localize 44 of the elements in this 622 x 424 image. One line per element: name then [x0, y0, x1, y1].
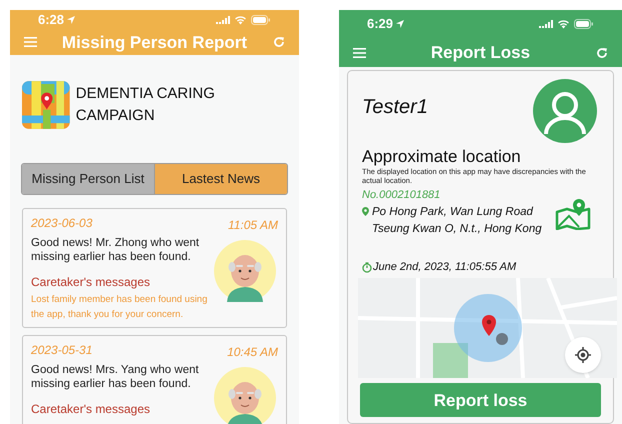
crosshair-icon [575, 347, 591, 364]
news-time: 11:05 AM [228, 217, 278, 234]
elderly-avatar-drawing [214, 367, 276, 424]
header-title: Report Loss [430, 42, 530, 64]
news-time: 10:45 AM [227, 344, 278, 361]
status-time: 6:29 [367, 15, 394, 34]
profile-name: Tester1 [362, 95, 428, 120]
news-date: 2023-06-03 [31, 215, 92, 232]
location-pin-icon [362, 206, 369, 216]
menu-icon [24, 37, 36, 48]
refresh-icon [596, 46, 608, 59]
map-logo-icon [22, 80, 70, 130]
elderly-avatar-drawing [214, 240, 276, 302]
address-line: Tseung Kwan O, N.t., Hong Kong [372, 222, 542, 237]
news-date: 2023-05-31 [31, 342, 92, 359]
tab[interactable]: Lastest News [154, 164, 287, 194]
location-arrow-icon [395, 19, 406, 30]
header-title: Missing Person Report [62, 32, 248, 54]
campaign-title: DEMENTIA CARING CAMPAIGN [76, 84, 216, 126]
news-card[interactable]: 2023-05-31 10:45 AM Good news! Mrs. Yang who went missing earlier has been found. Caretaker's messages [22, 335, 287, 424]
report-timestamp: June 2nd, 2023, 11:05:55 AM [373, 260, 516, 275]
caretaker-message: Lost family member has been found using the app, thank you for your concern. [31, 293, 208, 322]
refresh-icon [272, 36, 285, 48]
timer-icon [362, 262, 372, 273]
location-arrow-icon [66, 14, 76, 25]
user-avatar-icon [533, 79, 597, 144]
battery-icon [251, 14, 271, 25]
signal-icon [539, 20, 553, 28]
menu-icon [352, 48, 366, 58]
news-card[interactable]: 2023-06-03 11:05 AM Good news! Mr. Zhong who went missing earlier has been found. Caretaker's messages Lost family member has been found using the app, thank you for your concern. [22, 208, 287, 328]
location-heading: Approximate location [362, 147, 522, 168]
wifi-icon [234, 14, 247, 25]
address-line: Po Hong Park, Wan Lung Road [372, 204, 534, 220]
caretaker-heading: Caretaker's messages [31, 401, 152, 418]
battery-icon [574, 19, 594, 30]
report-number: No.0002101881 [362, 188, 442, 204]
caretaker-heading: Caretaker's messages [31, 274, 152, 291]
news-message: Good news! Mr. Zhong who went missing earlier has been found. [31, 236, 200, 264]
status-time: 6:28 [38, 11, 64, 29]
wifi-icon [557, 19, 570, 30]
signal-icon [216, 16, 230, 24]
news-message: Good news! Mrs. Yang who went missing earlier has been found. [31, 363, 200, 391]
tab[interactable]: Missing Person List [22, 164, 154, 194]
map-pin-icon [555, 198, 591, 230]
